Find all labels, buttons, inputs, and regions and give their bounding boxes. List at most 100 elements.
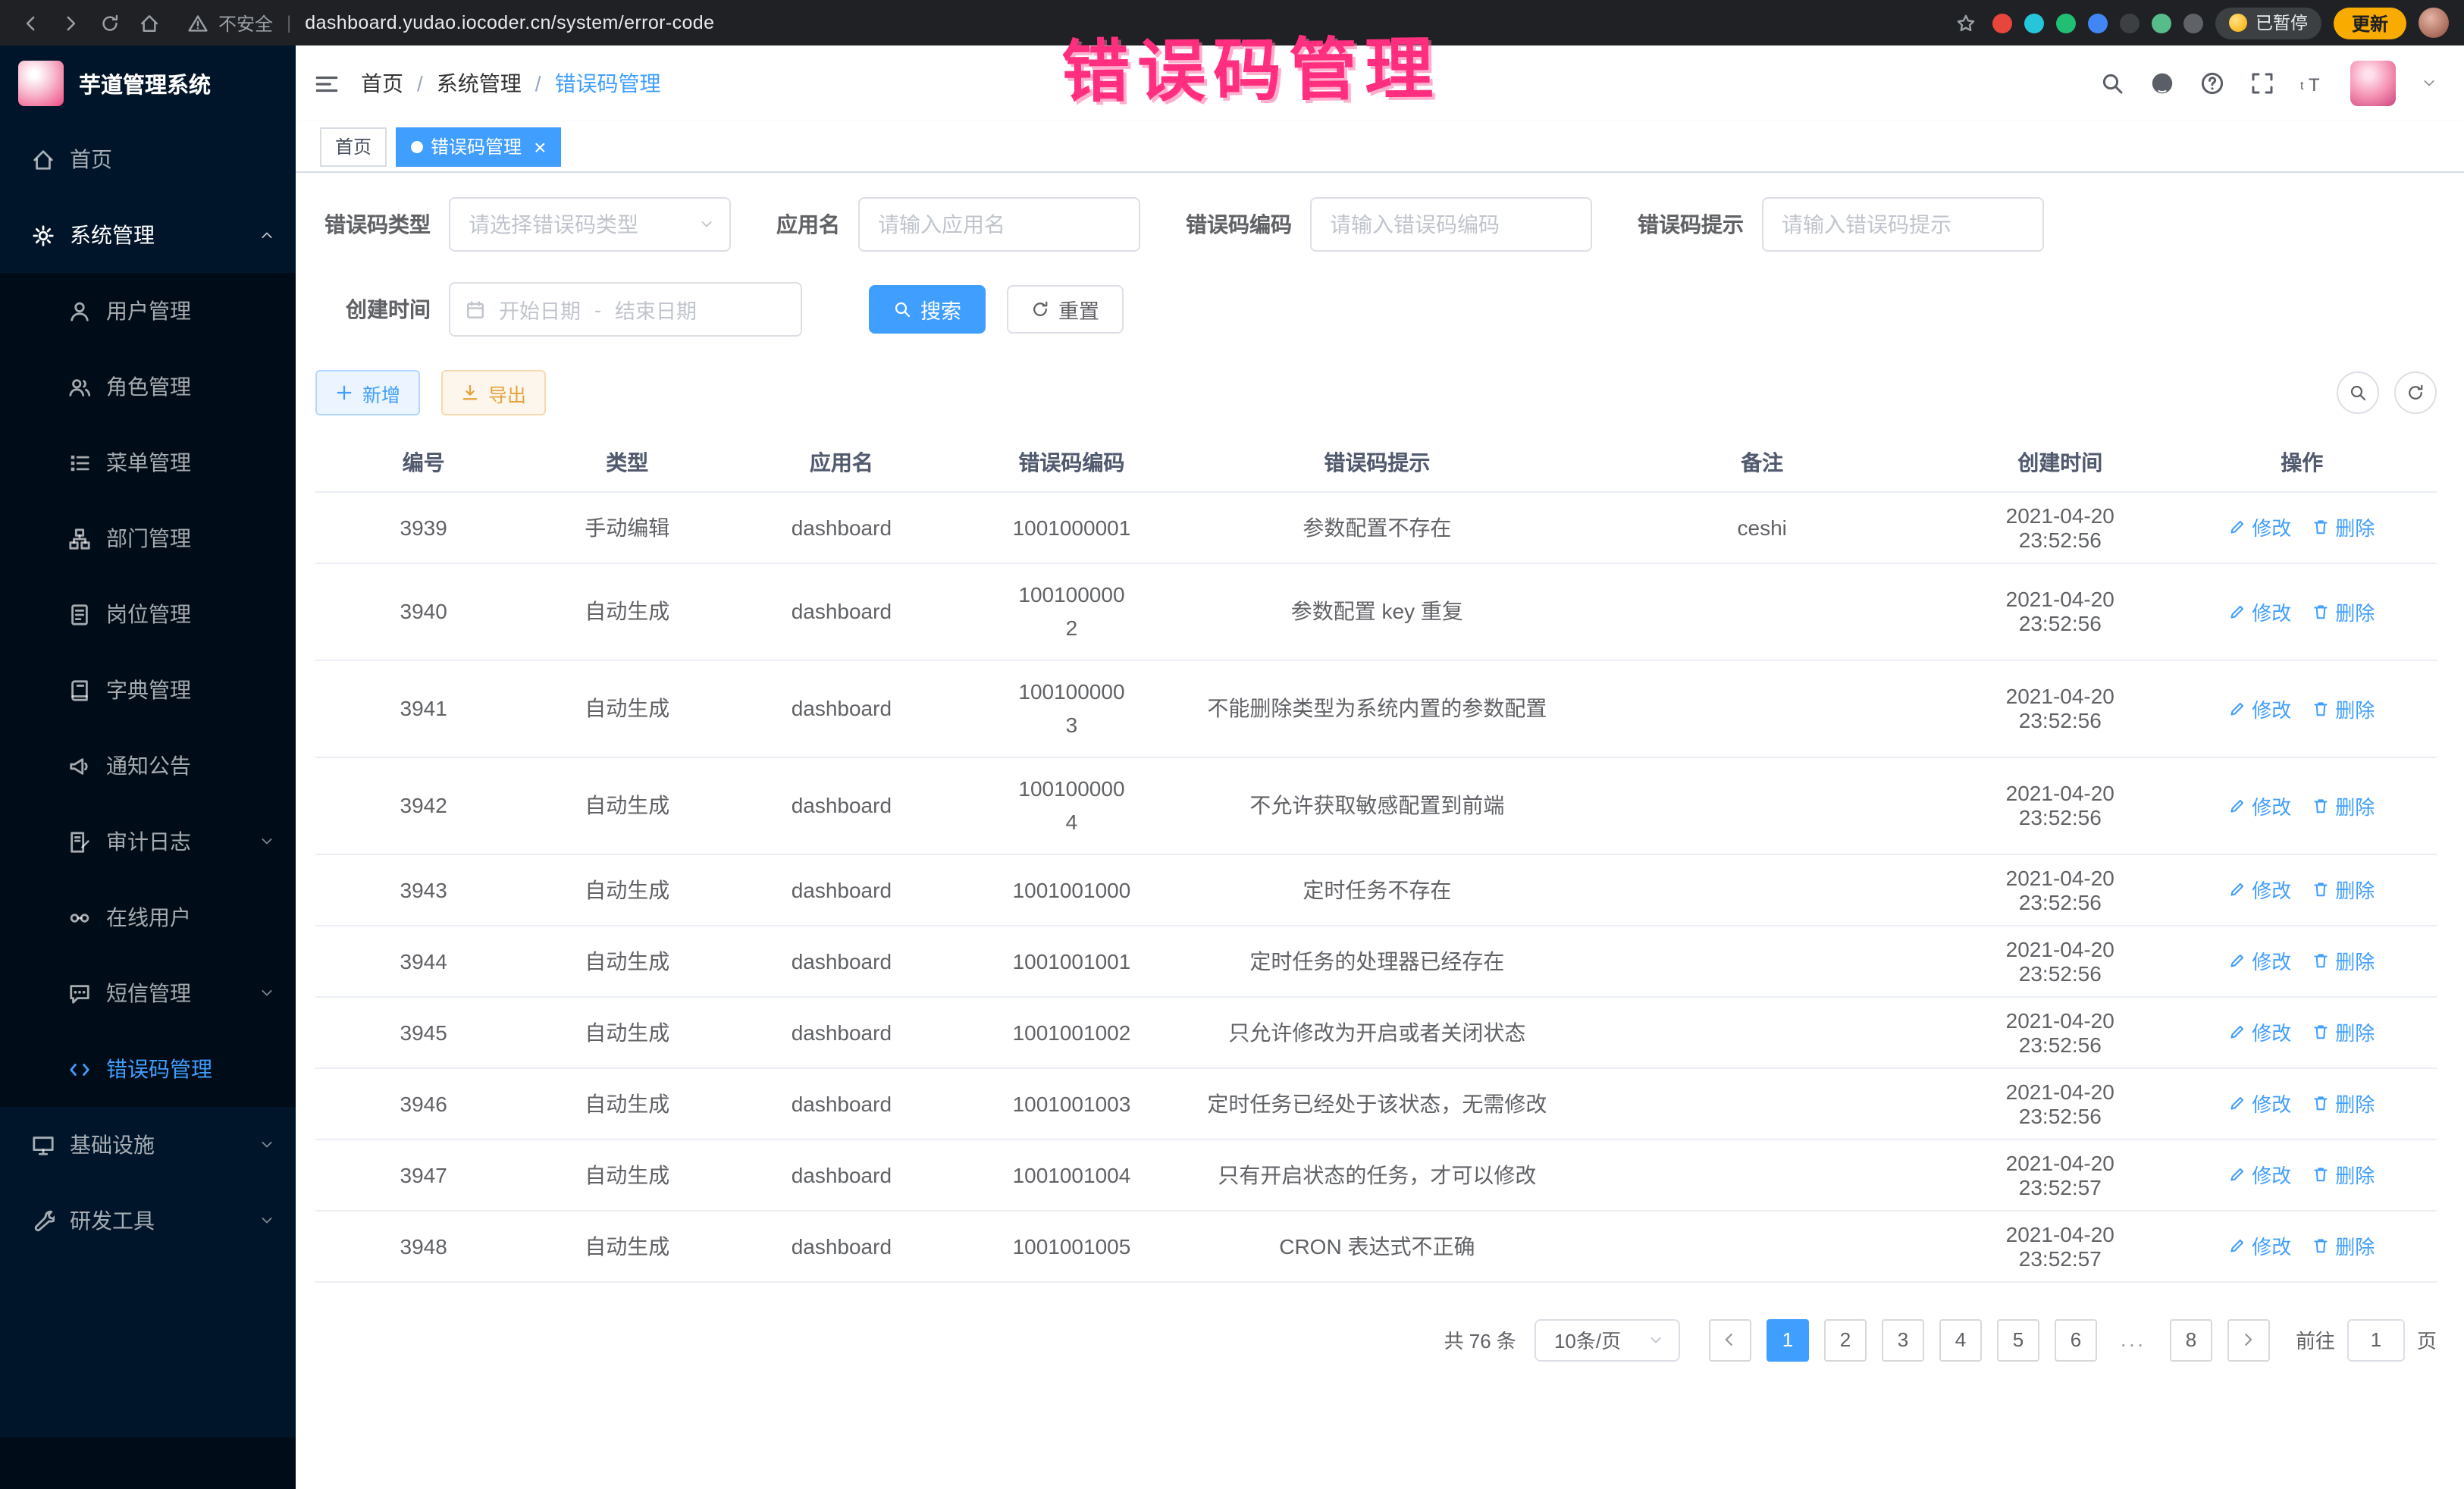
app-name-input[interactable] — [858, 197, 1140, 252]
sidebar-item-devtool[interactable]: 研发工具 — [0, 1183, 296, 1259]
font-size-icon[interactable]: tT — [2300, 71, 2324, 96]
chevron-down-icon[interactable] — [2422, 76, 2437, 91]
browser-back-icon[interactable] — [15, 8, 45, 38]
sidebar-item-menu[interactable]: 菜单管理 — [0, 425, 296, 500]
sidebar-item-dict[interactable]: 字典管理 — [0, 652, 296, 728]
page-button-3[interactable]: 3 — [1882, 1318, 1924, 1361]
sidebar-item-system[interactable]: 系统管理 — [0, 197, 296, 273]
next-page-button[interactable] — [2227, 1318, 2270, 1361]
delete-link[interactable]: 删除 — [2312, 791, 2375, 820]
edit-icon — [2229, 603, 2246, 619]
table-row: 3940自动生成dashboard1001000002参数配置 key 重复20… — [315, 563, 2437, 660]
tab-错误码管理[interactable]: 错误码管理× — [396, 127, 561, 166]
fullscreen-icon[interactable] — [2250, 71, 2274, 96]
extension-icon[interactable] — [2121, 13, 2140, 33]
delete-link[interactable]: 删除 — [2312, 1017, 2375, 1046]
extension-icon[interactable] — [2057, 13, 2077, 33]
sidebar-item-dept[interactable]: 部门管理 — [0, 500, 296, 576]
edit-link[interactable]: 修改 — [2229, 694, 2291, 723]
edit-link[interactable]: 修改 — [2229, 1231, 2291, 1260]
delete-link[interactable]: 删除 — [2312, 1089, 2375, 1118]
page-size-select[interactable]: 10条/页 — [1535, 1318, 1680, 1361]
edit-link[interactable]: 修改 — [2229, 1017, 2291, 1046]
export-button[interactable]: 导出 — [441, 370, 546, 415]
prev-page-button[interactable] — [1709, 1318, 1751, 1361]
delete-link[interactable]: 删除 — [2312, 1231, 2375, 1260]
search-button[interactable]: 搜索 — [869, 285, 986, 334]
close-icon[interactable]: × — [534, 136, 546, 157]
address-bar[interactable]: 不安全 | dashboard.yudao.iocoder.cn/system/… — [188, 10, 714, 36]
page-button-2[interactable]: 2 — [1824, 1318, 1867, 1361]
edit-link[interactable]: 修改 — [2229, 875, 2291, 904]
edit-link[interactable]: 修改 — [2229, 513, 2291, 541]
browser-profile-avatar[interactable] — [2419, 8, 2449, 38]
app-logo[interactable]: 芋道管理系统 — [0, 45, 296, 121]
extension-icon[interactable] — [2152, 13, 2172, 33]
page-button-4[interactable]: 4 — [1939, 1318, 1982, 1361]
browser-update-button[interactable]: 更新 — [2334, 7, 2406, 39]
edit-link[interactable]: 修改 — [2229, 1089, 2291, 1118]
error-code-input[interactable] — [1310, 197, 1592, 252]
cell-actions: 修改删除 — [2168, 1139, 2437, 1210]
reset-button[interactable]: 重置 — [1007, 285, 1124, 334]
sidebar-item-post[interactable]: 岗位管理 — [0, 576, 296, 652]
extension-icon[interactable] — [2184, 13, 2204, 33]
sidebar-item-user[interactable]: 用户管理 — [0, 273, 296, 349]
breadcrumb-item[interactable]: 系统管理 — [437, 68, 522, 99]
error-type-select[interactable]: 请选择错误码类型 — [449, 197, 731, 252]
paused-badge[interactable]: 已暂停 — [2216, 7, 2321, 39]
edit-link[interactable]: 修改 — [2229, 791, 2291, 820]
sidebar-item-sms[interactable]: 短信管理 — [0, 955, 296, 1031]
add-button[interactable]: 新增 — [315, 370, 420, 415]
page-button-1[interactable]: 1 — [1766, 1318, 1809, 1361]
sidebar-item-label: 审计日志 — [106, 826, 191, 857]
pagination-ellipsis[interactable]: ... — [2112, 1318, 2155, 1361]
extension-icon[interactable] — [2089, 13, 2108, 33]
user-avatar[interactable] — [2350, 61, 2396, 106]
delete-link[interactable]: 删除 — [2312, 875, 2375, 904]
github-icon[interactable] — [2150, 71, 2174, 96]
search-icon[interactable] — [2100, 71, 2124, 96]
tab-首页[interactable]: 首页 — [320, 127, 387, 166]
filter-error-type: 错误码类型 请选择错误码类型 — [315, 197, 731, 252]
delete-link[interactable]: 删除 — [2312, 597, 2375, 625]
sidebar-item-label: 错误码管理 — [106, 1054, 212, 1084]
browser-home-icon[interactable] — [133, 8, 164, 38]
breadcrumb-item[interactable]: 首页 — [361, 68, 403, 99]
delete-link[interactable]: 删除 — [2312, 513, 2375, 541]
edit-link[interactable]: 修改 — [2229, 946, 2291, 975]
toggle-search-button[interactable] — [2337, 371, 2379, 414]
create-time-range-picker[interactable]: 开始日期 - 结束日期 — [449, 282, 802, 337]
extension-icon[interactable] — [1993, 13, 2013, 33]
help-icon[interactable] — [2200, 71, 2224, 96]
cell-actions: 修改删除 — [2168, 996, 2437, 1067]
page-button-8[interactable]: 8 — [2170, 1318, 2212, 1361]
edit-link[interactable]: 修改 — [2229, 1160, 2291, 1189]
bookmark-star-icon[interactable] — [1951, 8, 1981, 38]
sidebar-item-notice[interactable]: 通知公告 — [0, 728, 296, 804]
sidebar-item-audit-log[interactable]: 审计日志 — [0, 804, 296, 879]
refresh-table-button[interactable] — [2394, 371, 2437, 414]
sidebar-item-error-code[interactable]: 错误码管理 — [0, 1031, 296, 1107]
cell-actions: 修改删除 — [2168, 491, 2437, 563]
delete-link[interactable]: 删除 — [2312, 946, 2375, 975]
table-row: 3943自动生成dashboard1001001000定时任务不存在2021-0… — [315, 854, 2437, 925]
delete-link[interactable]: 删除 — [2312, 1160, 2375, 1189]
browser-chrome: 不安全 | dashboard.yudao.iocoder.cn/system/… — [0, 0, 2464, 45]
cell-actions: 修改删除 — [2168, 1210, 2437, 1281]
browser-reload-icon[interactable] — [94, 8, 124, 38]
extension-icon[interactable] — [2025, 13, 2045, 33]
edit-link[interactable]: 修改 — [2229, 597, 2291, 625]
goto-page-input[interactable] — [2347, 1318, 2405, 1361]
delete-link[interactable]: 删除 — [2312, 694, 2375, 723]
sidebar-item-home[interactable]: 首页 — [0, 121, 296, 197]
page-button-5[interactable]: 5 — [1997, 1318, 2039, 1361]
sidebar-item-online-user[interactable]: 在线用户 — [0, 879, 296, 955]
browser-forward-icon[interactable] — [55, 8, 85, 38]
sidebar-item-infra[interactable]: 基础设施 — [0, 1107, 296, 1183]
sidebar-item-role[interactable]: 角色管理 — [0, 349, 296, 425]
main-area: 首页/系统管理/错误码管理 tT 首页错误码管理× 错误码类型 — [296, 45, 2464, 1489]
sidebar-toggle-button[interactable] — [314, 71, 340, 96]
page-button-6[interactable]: 6 — [2055, 1318, 2097, 1361]
error-hint-input[interactable] — [1762, 197, 2044, 252]
